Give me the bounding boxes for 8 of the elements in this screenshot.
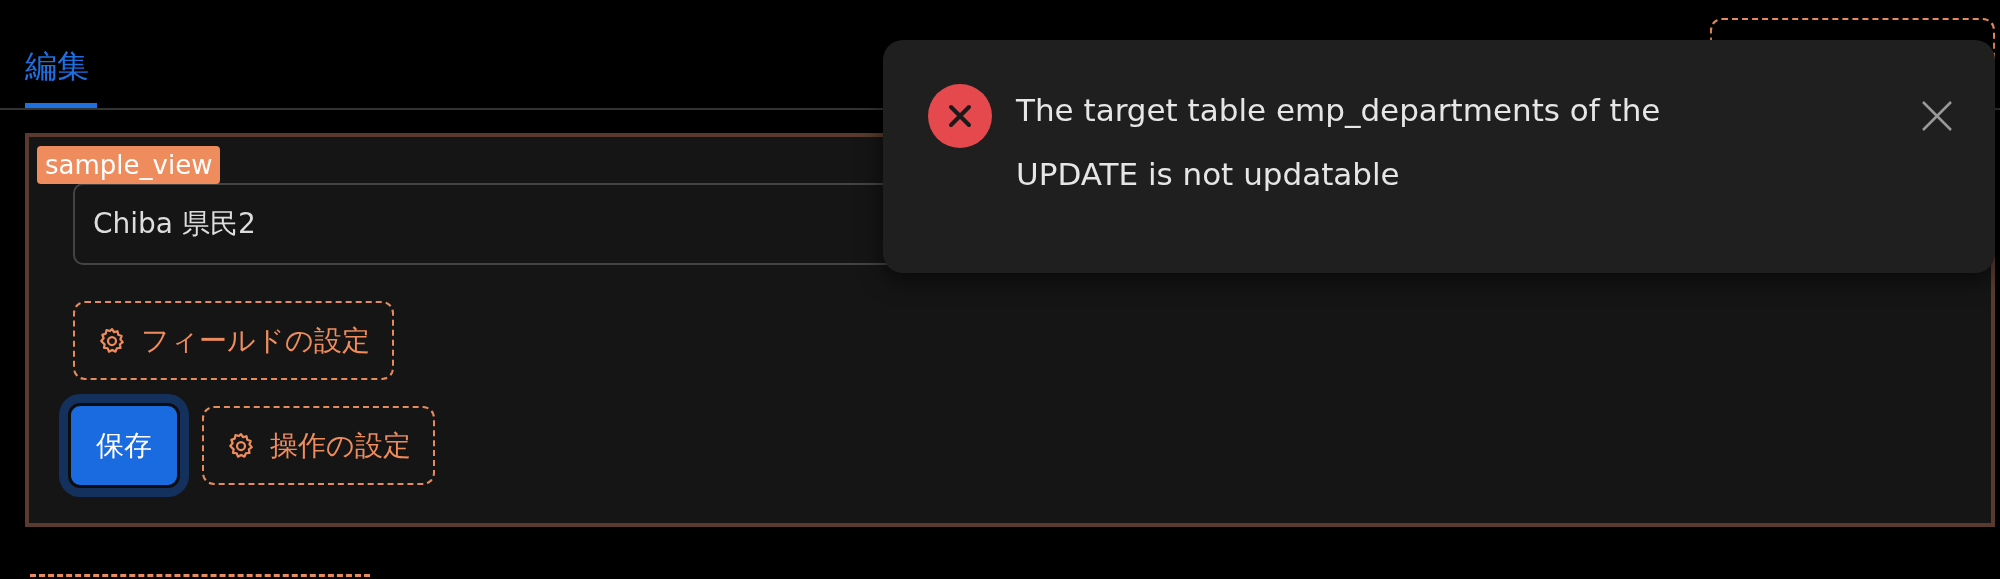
- field-settings-button[interactable]: フィールドの設定: [73, 301, 394, 380]
- gear-icon: [97, 325, 127, 356]
- view-badge: sample_view: [37, 146, 221, 184]
- action-settings-button[interactable]: 操作の設定: [202, 406, 435, 485]
- gear-icon: [226, 430, 256, 461]
- toast-message: The target table emp_departments of the UPDATE is not updatable: [1016, 91, 1662, 194]
- tab[interactable]: 編集: [25, 0, 97, 108]
- error-icon: [928, 84, 992, 148]
